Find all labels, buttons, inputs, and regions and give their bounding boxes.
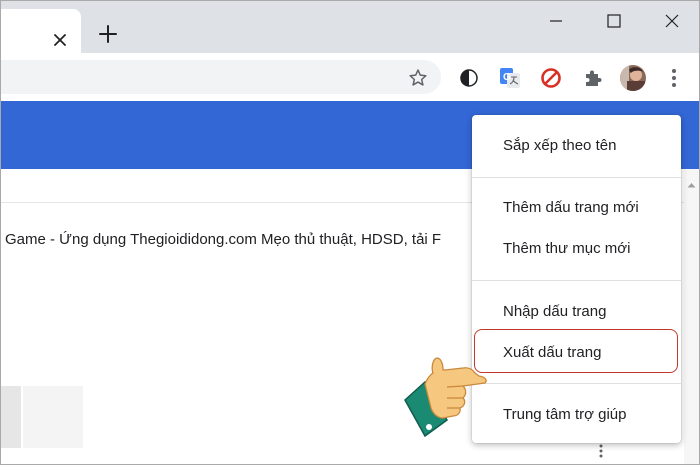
- highlight-box: [474, 329, 678, 373]
- bookmarks-dropdown-menu: Sắp xếp theo tên Thêm dấu trang mới Thêm…: [472, 115, 681, 443]
- menu-item-sort-by-name[interactable]: Sắp xếp theo tên: [472, 126, 681, 166]
- plus-icon[interactable]: [95, 21, 121, 47]
- block-icon[interactable]: [539, 66, 563, 90]
- menu-separator: [472, 383, 681, 384]
- menu-item-add-bookmark[interactable]: Thêm dấu trang mới: [472, 188, 681, 228]
- google-translate-icon[interactable]: G: [498, 66, 522, 90]
- svg-text:G: G: [503, 72, 511, 83]
- close-icon[interactable]: [50, 30, 70, 50]
- scroll-up-arrow-icon[interactable]: [684, 177, 699, 193]
- menu-item-add-folder[interactable]: Thêm thư mục mới: [472, 229, 681, 269]
- menu-separator: [472, 280, 681, 281]
- puzzle-icon[interactable]: [581, 66, 605, 90]
- active-tab[interactable]: [1, 9, 81, 53]
- menu-item-import-bookmarks[interactable]: Nhập dấu trang: [472, 292, 681, 332]
- content-placeholder: [1, 386, 21, 448]
- tab-strip: [1, 1, 699, 53]
- avatar[interactable]: [618, 63, 648, 93]
- browser-window: G Game - Ứng dụng Thegioididong.com Mẹo …: [0, 0, 700, 465]
- dark-mode-icon[interactable]: [457, 66, 481, 90]
- kebab-menu-icon[interactable]: [662, 66, 686, 90]
- pointing-hand-icon: [403, 356, 493, 441]
- item-more-icon[interactable]: [594, 441, 608, 461]
- menu-item-help-center[interactable]: Trung tâm trợ giúp: [472, 395, 681, 435]
- star-icon[interactable]: [406, 66, 430, 90]
- minimize-icon[interactable]: [538, 5, 574, 37]
- bookmark-row-title[interactable]: Game - Ứng dụng Thegioididong.com Mẹo th…: [5, 231, 441, 248]
- scrollbar[interactable]: [684, 169, 699, 464]
- address-bar[interactable]: [1, 60, 441, 94]
- browser-toolbar: G: [1, 53, 699, 101]
- menu-separator: [472, 177, 681, 178]
- content-placeholder: [23, 386, 83, 448]
- maximize-icon[interactable]: [596, 5, 632, 37]
- close-icon[interactable]: [654, 5, 690, 37]
